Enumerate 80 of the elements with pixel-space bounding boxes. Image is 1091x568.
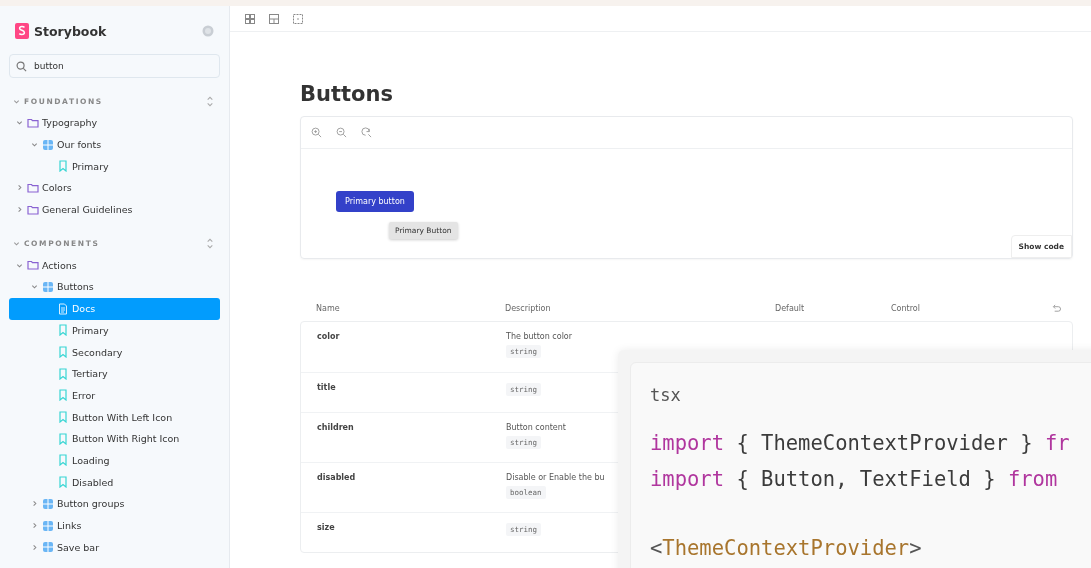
prop-description: Button content <box>506 423 566 432</box>
folder-icon <box>27 181 39 194</box>
chevron-icon[interactable] <box>13 97 20 105</box>
bookmark-icon <box>57 160 69 173</box>
prop-description: The button color <box>506 332 573 341</box>
brand-name: Storybook <box>34 23 107 39</box>
chevron-icon[interactable] <box>16 206 23 214</box>
component-icon <box>42 541 54 554</box>
bookmark-icon <box>57 476 69 489</box>
bookmark-icon <box>57 432 69 445</box>
folder-icon <box>27 259 39 272</box>
chevron-icon[interactable] <box>13 239 20 247</box>
column-header: Description <box>505 303 552 313</box>
chevron-icon[interactable] <box>16 261 23 269</box>
page-title: Buttons <box>300 82 394 108</box>
tree-item[interactable]: Secondary <box>9 341 220 363</box>
layout-icon[interactable] <box>269 13 279 24</box>
chevron-icon[interactable] <box>16 184 23 192</box>
document-icon <box>57 302 69 315</box>
primary-button[interactable]: Primary button <box>336 191 414 212</box>
code-line: <ThemeContextProvider> <box>650 535 923 562</box>
bookmark-icon <box>57 454 69 467</box>
chevron-icon[interactable] <box>31 522 38 530</box>
tree-item[interactable]: Loading <box>9 449 220 472</box>
component-icon <box>42 138 54 151</box>
tree-item[interactable]: Actions <box>9 254 220 277</box>
component-icon <box>42 280 54 293</box>
chevron-icon[interactable] <box>31 500 38 508</box>
folder-icon <box>27 116 39 129</box>
bookmark-icon <box>57 346 69 359</box>
prop-description: Disable or Enable the bu <box>506 473 605 482</box>
search-icon <box>16 60 27 72</box>
chevron-icon[interactable] <box>16 119 23 127</box>
code-line: import { Button, TextField } from <box>650 466 1059 493</box>
component-icon <box>42 497 54 510</box>
tree-item[interactable]: General Guidelines <box>9 198 220 221</box>
tree-item[interactable]: Disabled <box>9 471 220 493</box>
tree-item[interactable]: Button With Left Icon <box>9 406 220 428</box>
tree-item[interactable]: Primary <box>9 155 220 178</box>
chevron-icon[interactable] <box>31 543 38 551</box>
bookmark-icon <box>57 411 69 424</box>
bookmark-icon <box>57 324 69 337</box>
expand-collapse-icon[interactable] <box>206 94 214 108</box>
code-language: tsx <box>650 385 682 405</box>
tree-item[interactable]: Buttons <box>9 276 220 298</box>
tree-item[interactable]: Typography <box>9 112 220 134</box>
column-header: Default <box>775 303 806 313</box>
frame-icon[interactable] <box>293 13 303 24</box>
column-header: Control <box>891 303 920 313</box>
column-header: Name <box>316 303 341 313</box>
prop-name: title <box>317 383 337 394</box>
tree-item[interactable]: Error <box>9 384 220 407</box>
chevron-icon[interactable] <box>31 283 38 291</box>
tree-item[interactable]: Button groups <box>9 493 220 515</box>
prop-name: size <box>317 523 336 534</box>
tree-item[interactable]: Links <box>9 514 220 537</box>
bookmark-icon <box>57 389 69 402</box>
storybook-logo-icon <box>15 23 29 39</box>
grid-icon[interactable] <box>245 13 255 24</box>
search-field[interactable]: button <box>9 54 220 78</box>
prop-name: color <box>317 332 341 343</box>
tree-item[interactable]: Button With Right Icon <box>9 427 220 450</box>
tree-item[interactable]: Tertiary <box>9 362 220 385</box>
tree-item[interactable]: Primary <box>9 319 220 342</box>
folder-icon <box>27 203 39 216</box>
tree-item[interactable]: Colors <box>9 177 220 199</box>
zoom-in-icon[interactable] <box>311 127 322 138</box>
zoom-out-icon[interactable] <box>336 127 347 138</box>
prop-name: children <box>317 423 355 434</box>
prop-name: disabled <box>317 473 357 484</box>
code-line: import { ThemeContextProvider } fr <box>650 430 1071 457</box>
bookmark-icon <box>57 367 69 380</box>
component-icon <box>42 519 54 532</box>
tree-item[interactable]: Save bar <box>9 536 220 559</box>
undo-icon[interactable] <box>1052 303 1061 313</box>
reset-zoom-icon[interactable] <box>361 127 372 138</box>
chevron-icon[interactable] <box>31 141 38 149</box>
tree-item[interactable]: Our fonts <box>9 133 220 156</box>
expand-collapse-icon[interactable] <box>206 236 214 250</box>
circle-icon[interactable] <box>202 25 214 37</box>
